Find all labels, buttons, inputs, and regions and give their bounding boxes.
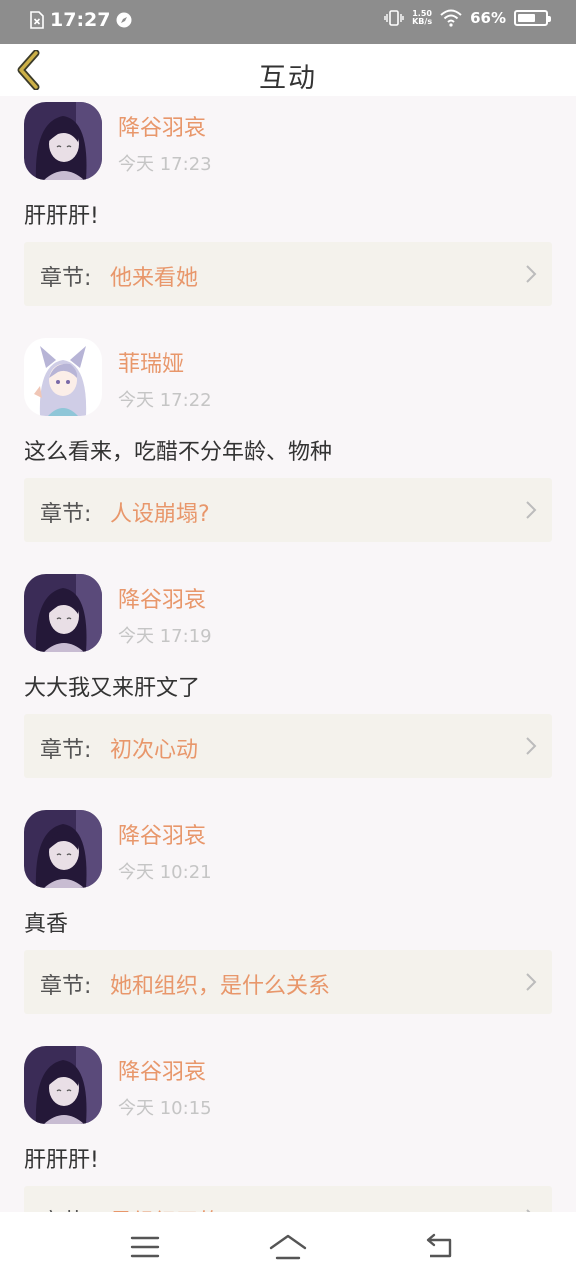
user-name[interactable]: 菲瑞娅 bbox=[118, 346, 184, 378]
comment-list[interactable]: 降谷羽哀 今天 17:23 肝肝肝! 章节: 他来看她 菲瑞娅 今天 17:22… bbox=[0, 96, 576, 1212]
chapter-label: 章节: bbox=[40, 502, 92, 527]
user-name[interactable]: 降谷羽哀 bbox=[118, 582, 206, 614]
comment-time: 今天 10:15 bbox=[118, 1098, 212, 1119]
chevron-right-icon bbox=[526, 501, 537, 519]
menu-button[interactable] bbox=[128, 1230, 162, 1264]
comment-time: 今天 17:22 bbox=[118, 390, 212, 411]
page-title: 互动 bbox=[259, 63, 317, 94]
chapter-title: 初次心动 bbox=[110, 738, 199, 763]
chapter-label: 章节: bbox=[40, 266, 92, 291]
chapter-link[interactable]: 章节: 她和组织，是什么关系 bbox=[24, 950, 552, 1014]
comment-text: 肝肝肝! bbox=[24, 204, 99, 229]
battery-icon bbox=[514, 10, 551, 26]
comment-item: 降谷羽哀 今天 17:19 大大我又来肝文了 章节: 初次心动 bbox=[0, 568, 576, 804]
chapter-link[interactable]: 章节: 初次心动 bbox=[24, 714, 552, 778]
menu-icon bbox=[130, 1236, 160, 1258]
comment-text: 这么看来，吃醋不分年龄、物种 bbox=[24, 440, 333, 465]
comment-text: 真香 bbox=[24, 912, 69, 937]
dark-hair-girl-avatar-icon bbox=[24, 1046, 102, 1124]
chapter-title: 人设崩塌? bbox=[110, 502, 210, 527]
avatar[interactable] bbox=[24, 574, 102, 652]
chapter-title: 他来看她 bbox=[110, 266, 199, 291]
back-icon bbox=[426, 1233, 452, 1258]
user-name[interactable]: 降谷羽哀 bbox=[118, 1054, 206, 1086]
comment-text: 肝肝肝! bbox=[24, 1148, 99, 1173]
title-bar: 互动 bbox=[0, 44, 576, 96]
home-button[interactable] bbox=[268, 1230, 308, 1264]
dark-hair-girl-avatar-icon bbox=[24, 574, 102, 652]
comment-item: 降谷羽哀 今天 10:21 真香 章节: 她和组织，是什么关系 bbox=[0, 804, 576, 1040]
back-nav-button[interactable] bbox=[422, 1230, 456, 1264]
comment-item: 降谷羽哀 今天 17:23 肝肝肝! 章节: 他来看她 bbox=[0, 96, 576, 332]
avatar[interactable] bbox=[24, 1046, 102, 1124]
comment-time: 今天 17:23 bbox=[118, 154, 212, 175]
chevron-right-icon bbox=[526, 973, 537, 991]
avatar[interactable] bbox=[24, 102, 102, 180]
battery-percent: 66% bbox=[470, 9, 506, 27]
comment-item: 降谷羽哀 今天 10:15 肝肝肝! 章节: 是组织干的? bbox=[0, 1040, 576, 1212]
chevron-right-icon bbox=[526, 737, 537, 755]
sim-card-icon bbox=[30, 11, 44, 29]
chapter-label: 章节: bbox=[40, 738, 92, 763]
status-bar: 17:27 1.50 KB/s 66% bbox=[0, 0, 576, 44]
net-speed: 1.50 KB/s bbox=[412, 10, 432, 26]
vibrate-icon bbox=[384, 10, 404, 26]
user-name[interactable]: 降谷羽哀 bbox=[118, 818, 206, 850]
compass-icon bbox=[116, 12, 132, 28]
chapter-label: 章节: bbox=[40, 1204, 91, 1212]
chapter-link[interactable]: 章节: 人设崩塌? bbox=[24, 478, 552, 542]
chapter-link[interactable]: 章节: 他来看她 bbox=[24, 242, 552, 306]
status-time: 17:27 bbox=[50, 9, 111, 31]
comment-time: 今天 17:19 bbox=[118, 626, 212, 647]
home-icon bbox=[269, 1234, 307, 1260]
dark-hair-girl-avatar-icon bbox=[24, 810, 102, 888]
chapter-label: 章节: bbox=[40, 974, 92, 999]
avatar[interactable] bbox=[24, 338, 102, 416]
net-speed-unit: KB/s bbox=[412, 17, 433, 26]
user-name[interactable]: 降谷羽哀 bbox=[118, 110, 206, 142]
comment-item: 菲瑞娅 今天 17:22 这么看来，吃醋不分年龄、物种 章节: 人设崩塌? bbox=[0, 332, 576, 568]
comment-time: 今天 10:21 bbox=[118, 862, 212, 883]
chevron-right-icon bbox=[526, 265, 537, 283]
fox-ear-girl-avatar-icon bbox=[24, 338, 102, 416]
comment-text: 大大我又来肝文了 bbox=[24, 676, 201, 701]
chapter-title: 是组织干的? bbox=[110, 1204, 232, 1212]
chapter-link[interactable]: 章节: 是组织干的? bbox=[24, 1186, 552, 1212]
dark-hair-girl-avatar-icon bbox=[24, 102, 102, 180]
wifi-icon bbox=[440, 9, 462, 27]
avatar[interactable] bbox=[24, 810, 102, 888]
system-nav-bar bbox=[0, 1212, 576, 1280]
chapter-title: 她和组织，是什么关系 bbox=[110, 974, 331, 999]
